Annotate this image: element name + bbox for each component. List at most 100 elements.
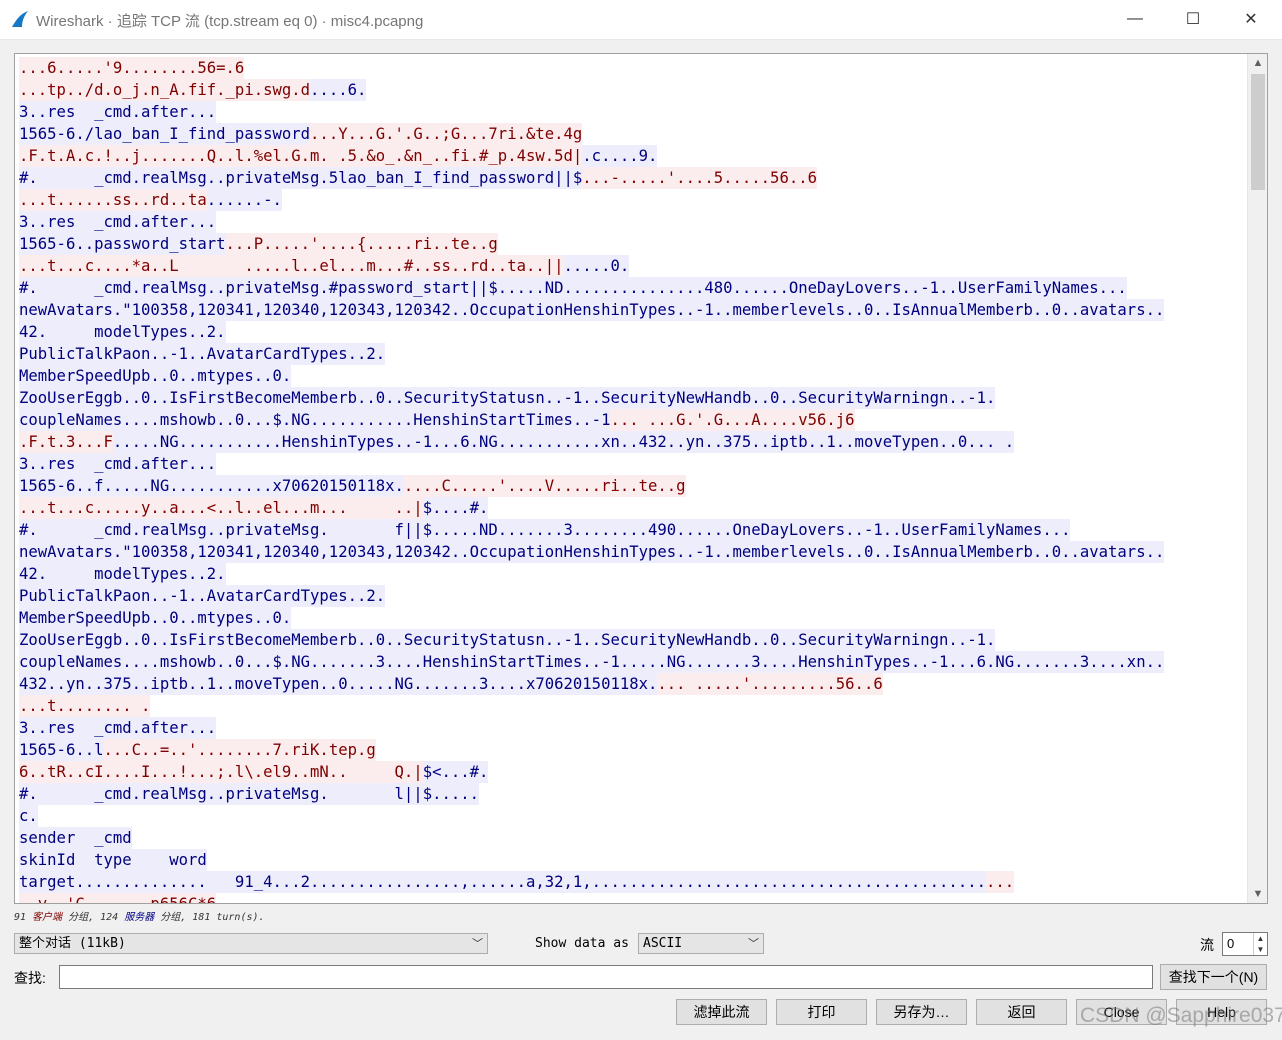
stream-line: sender _cmd bbox=[19, 827, 1247, 849]
server-segment: coupleNames....mshowb..0...$.NG.........… bbox=[19, 409, 611, 431]
stream-number-spinbox[interactable]: 0 ▲ ▼ bbox=[1222, 932, 1268, 956]
client-segment: 6..tR..cI....I...!...;.l\.el9..mN.. Q.| bbox=[19, 761, 423, 783]
server-segment: newAvatars."100358,120341,120340,120343,… bbox=[19, 541, 1165, 563]
stream-line: coupleNames....mshowb..0...$.NG.........… bbox=[19, 409, 1247, 431]
client-segment: ...P.....'....{.....ri..te..g bbox=[225, 233, 498, 255]
show-data-as-label: Show data as bbox=[535, 936, 629, 951]
maximize-button[interactable]: ☐ bbox=[1164, 0, 1222, 38]
stream-line: .F.t.3...F.....NG...........HenshinTypes… bbox=[19, 431, 1247, 453]
server-segment: skinId type word bbox=[19, 849, 207, 871]
chevron-down-icon: ﹀ bbox=[748, 937, 759, 950]
client-segment: ...C..=..'........7.riK.tep.g bbox=[103, 739, 376, 761]
stream-line: ...t......ss..rd..ta......-. bbox=[19, 189, 1247, 211]
scroll-thumb[interactable] bbox=[1251, 74, 1265, 190]
scroll-down-arrow-icon[interactable]: ▼ bbox=[1248, 885, 1267, 903]
stream-line: 42. modelTypes..2. bbox=[19, 563, 1247, 585]
stream-content-area[interactable]: ...6.....'9........56=.6 ...tp../d.o_j.n_… bbox=[14, 53, 1268, 904]
server-segment: 1565-6./lao_ban_I_find_password bbox=[19, 123, 311, 145]
stream-line: #. _cmd.realMsg..privateMsg.5lao_ban_I_f… bbox=[19, 167, 1247, 189]
stream-line: PublicTalkPaon..-1..AvatarCardTypes..2. bbox=[19, 585, 1247, 607]
client-label: 客户端 bbox=[32, 912, 63, 923]
stream-number-value: 0 bbox=[1227, 936, 1235, 951]
server-segment: 42. modelTypes..2. bbox=[19, 321, 226, 343]
stream-line: 42. modelTypes..2. bbox=[19, 321, 1247, 343]
close-window-button[interactable]: ✕ bbox=[1222, 0, 1280, 38]
vertical-scrollbar[interactable]: ▲ ▼ bbox=[1247, 54, 1267, 903]
stream-line: ZooUserEggb..0..IsFirstBecomeMemberb..0.… bbox=[19, 387, 1247, 409]
server-segment: 3..res _cmd.after... bbox=[19, 717, 217, 739]
data-format-select[interactable]: ASCII ﹀ bbox=[638, 933, 764, 954]
stream-line: newAvatars."100358,120341,120340,120343,… bbox=[19, 541, 1247, 563]
stream-line: 432..yn..375..iptb..1..moveTypen..0.....… bbox=[19, 673, 1247, 695]
client-segment: ...t......ss..rd..ta bbox=[19, 189, 207, 211]
stream-line: 3..res _cmd.after... bbox=[19, 211, 1247, 233]
stats-part3: 分组, 181 turn(s). bbox=[154, 912, 265, 923]
stream-lines: ...6.....'9........56=.6 ...tp../d.o_j.n_… bbox=[19, 57, 1247, 903]
find-input[interactable] bbox=[59, 965, 1153, 989]
stream-line: 3..res _cmd.after... bbox=[19, 717, 1247, 739]
back-button[interactable]: 返回 bbox=[976, 999, 1067, 1025]
stats-part2: 分组, 124 bbox=[62, 912, 125, 923]
server-segment: .....0. bbox=[563, 255, 630, 277]
server-segment: ZooUserEggb..0..IsFirstBecomeMemberb..0.… bbox=[19, 387, 996, 409]
server-segment: 3..res _cmd.after... bbox=[19, 101, 217, 123]
client-segment: ...tp../d.o_j.n_A.fif._pi.swg.d bbox=[19, 79, 311, 101]
stream-line: c. bbox=[19, 805, 1247, 827]
client-segment: ...t...c....*a..L .....l..el...m...#..ss… bbox=[19, 255, 564, 277]
save-as-button[interactable]: 另存为… bbox=[876, 999, 967, 1025]
find-next-button[interactable]: 查找下一个(N) bbox=[1160, 964, 1267, 990]
server-segment: MemberSpeedUpb..0..mtypes..0. bbox=[19, 365, 292, 387]
server-segment: PublicTalkPaon..-1..AvatarCardTypes..2. bbox=[19, 585, 386, 607]
stream-line: 1565-6..password_start...P.....'....{...… bbox=[19, 233, 1247, 255]
stream-line: ...t...c....*a..L .....l..el...m...#..ss… bbox=[19, 255, 1247, 277]
stream-line: ..y..'C.......p656C*6 bbox=[19, 893, 1247, 903]
chevron-down-icon: ﹀ bbox=[472, 937, 483, 950]
server-segment: $....#. bbox=[422, 497, 489, 519]
server-segment: coupleNames....mshowb..0...$.NG.......3.… bbox=[19, 651, 1165, 673]
server-segment: newAvatars."100358,120341,120340,120343,… bbox=[19, 299, 1165, 321]
server-segment: sender _cmd bbox=[19, 827, 132, 849]
filter-out-stream-button[interactable]: 滤掉此流 bbox=[676, 999, 767, 1025]
spin-down-icon[interactable]: ▼ bbox=[1253, 944, 1267, 955]
client-segment: ...6.....'9........56=.6 bbox=[19, 57, 245, 79]
server-segment: $<...#. bbox=[422, 761, 489, 783]
data-format-value: ASCII bbox=[643, 936, 683, 951]
client-segment: ..y..'C.......p656C*6 bbox=[19, 893, 217, 903]
server-segment: 3..res _cmd.after... bbox=[19, 211, 217, 233]
print-button[interactable]: 打印 bbox=[776, 999, 867, 1025]
stream-line: #. _cmd.realMsg..privateMsg.#password_st… bbox=[19, 277, 1247, 299]
client-segment: ...t...c.....y..a...<..l..el...m... ..| bbox=[19, 497, 423, 519]
client-segment: ...Y...G.'.G..;G...7ri.&te.4g bbox=[310, 123, 583, 145]
stream-statistics: 91 客户端 分组, 124 服务器 分组, 181 turn(s). bbox=[14, 908, 265, 923]
stream-line: 6..tR..cI....I...!...;.l\.el9..mN.. Q.|$… bbox=[19, 761, 1247, 783]
client-segment: ... .....'.........56..6 bbox=[657, 673, 883, 695]
find-label: 查找: bbox=[14, 970, 46, 986]
scroll-up-arrow-icon[interactable]: ▲ bbox=[1248, 54, 1267, 72]
stream-line: newAvatars."100358,120341,120340,120343,… bbox=[19, 299, 1247, 321]
client-segment: ... ...G.'.G...A....v56.j6 bbox=[610, 409, 855, 431]
server-segment: #. _cmd.realMsg..privateMsg.5lao_ban_I_f… bbox=[19, 167, 583, 189]
spin-up-icon[interactable]: ▲ bbox=[1253, 933, 1267, 944]
wireshark-fin-icon bbox=[12, 11, 28, 27]
server-segment: .....NG...........HenshinTypes..-1...6.N… bbox=[112, 431, 1015, 453]
stream-line: ...6.....'9........56=.6 bbox=[19, 57, 1247, 79]
title-bar: Wireshark · 追踪 TCP 流 (tcp.stream eq 0) ·… bbox=[0, 0, 1282, 40]
conversation-select[interactable]: 整个对话 (11kB) ﹀ bbox=[14, 933, 488, 954]
server-segment: ....6. bbox=[310, 79, 367, 101]
stream-line: PublicTalkPaon..-1..AvatarCardTypes..2. bbox=[19, 343, 1247, 365]
stream-line: ...t........ . bbox=[19, 695, 1247, 717]
stream-line: 1565-6..l...C..=..'........7.riK.tep.g bbox=[19, 739, 1247, 761]
window-title: Wireshark · 追踪 TCP 流 (tcp.stream eq 0) ·… bbox=[36, 13, 424, 30]
stream-line: ZooUserEggb..0..IsFirstBecomeMemberb..0.… bbox=[19, 629, 1247, 651]
server-segment: target.............. 91_4...2...........… bbox=[19, 871, 986, 893]
server-label: 服务器 bbox=[124, 912, 155, 923]
client-segment: ....C.....'....V.....ri..te..g bbox=[403, 475, 686, 497]
stream-line: MemberSpeedUpb..0..mtypes..0. bbox=[19, 365, 1247, 387]
minimize-button[interactable]: — bbox=[1106, 0, 1164, 38]
server-segment: #. _cmd.realMsg..privateMsg. f||$.....ND… bbox=[19, 519, 1071, 541]
client-segment: .F.t.3...F bbox=[19, 431, 113, 453]
client-segment: ...t........ . bbox=[19, 695, 151, 717]
server-segment: 1565-6..f.....NG...........x70620150118x… bbox=[19, 475, 404, 497]
stream-line: skinId type word bbox=[19, 849, 1247, 871]
watermark: CSDN @Sapphire037 bbox=[1080, 1004, 1282, 1027]
